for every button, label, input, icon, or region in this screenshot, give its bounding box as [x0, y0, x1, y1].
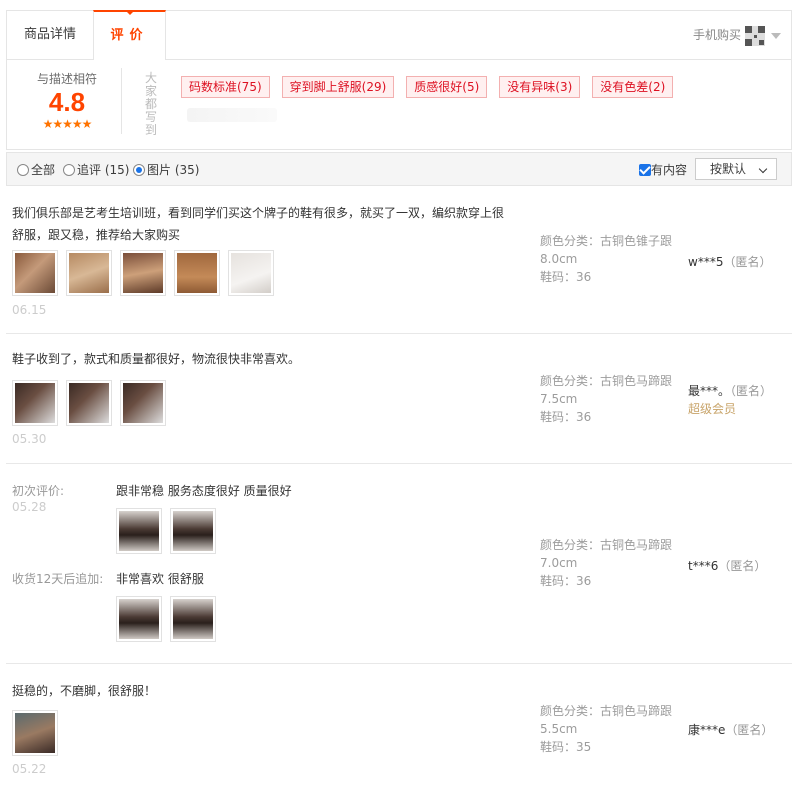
- sort-select[interactable]: 按默认: [695, 158, 777, 180]
- sku-heel: 8.0cm: [540, 252, 578, 266]
- sku-heel: 7.5cm: [540, 392, 578, 406]
- sku-info: 颜色分类：古铜色马蹄跟 5.5cm 鞋码：35: [540, 702, 690, 756]
- review-item: 我们俱乐部是艺考生培训班，看到同学们买这个牌子的鞋有很多，就买了一双，编织款穿上…: [6, 190, 792, 334]
- review-item: 挺稳的，不磨脚，很舒服！ 05.22 颜色分类：古铜色马蹄跟 5.5cm 鞋码：…: [6, 664, 792, 786]
- review-tag[interactable]: 质感很好(5): [406, 76, 488, 98]
- reviewer-name: t***6（匿名）: [688, 557, 766, 574]
- sku-info: 颜色分类：古铜色马蹄跟 7.5cm 鞋码：36: [540, 372, 690, 426]
- appended-review-text: 非常喜欢 很舒服: [116, 572, 204, 586]
- tab-product-details[interactable]: 商品详情: [7, 11, 93, 60]
- rating-summary: 与描述相符 4.8 ★★★★★ 大家都写到 码数标准(75) 穿到脚上舒服(29)…: [6, 60, 792, 150]
- review-photos: [116, 508, 224, 554]
- dropdown-triangle-icon: [771, 32, 781, 39]
- blurred-placeholder: [187, 108, 277, 122]
- photo-thumbnail-icon[interactable]: [66, 250, 112, 296]
- sku-heel: 7.0cm: [540, 556, 578, 570]
- review-text: 我们俱乐部是艺考生培训班，看到同学们买这个牌子的鞋有很多，就买了一双，编织款穿上…: [12, 206, 505, 242]
- review-date: 05.28: [12, 500, 47, 514]
- photo-thumbnail-icon[interactable]: [116, 508, 162, 554]
- tab-reviews[interactable]: 评价: [93, 10, 166, 60]
- review-photos: [12, 710, 66, 756]
- review-tags: 码数标准(75) 穿到脚上舒服(29) 质感很好(5) 没有异味(3) 没有色差(2): [181, 76, 685, 98]
- sku-info: 颜色分类：古铜色锥子跟 8.0cm 鞋码：36: [540, 232, 690, 286]
- sku-color: 颜色分类：古铜色马蹄跟: [540, 704, 673, 718]
- sku-heel: 5.5cm: [540, 722, 578, 736]
- review-date: 06.15: [12, 303, 47, 317]
- sort-label: 按默认: [710, 162, 747, 176]
- photo-thumbnail-icon[interactable]: [170, 596, 216, 642]
- photo-thumbnail-icon[interactable]: [228, 250, 274, 296]
- sku-color: 颜色分类：古铜色锥子跟: [540, 234, 673, 248]
- sku-size: 鞋码：36: [540, 270, 592, 284]
- review-text: 鞋子收到了，款式和质量都很好，物流很快非常喜欢。: [12, 352, 301, 366]
- tab-bar: 商品详情 评价 手机购买: [6, 10, 792, 60]
- photo-thumbnail-icon[interactable]: [120, 250, 166, 296]
- appended-review-photos: [116, 596, 224, 642]
- sku-color: 颜色分类：古铜色马蹄跟: [540, 538, 673, 552]
- filter-bar: 全部 追评 (15) 图片 (35) 有内容 按默认: [6, 152, 792, 186]
- review-tag[interactable]: 没有异味(3): [499, 76, 581, 98]
- reviewer-name: 最***。（匿名）: [688, 382, 772, 399]
- score-box: 与描述相符 4.8 ★★★★★: [17, 70, 117, 131]
- review-item: 鞋子收到了，款式和质量都很好，物流很快非常喜欢。 05.30 颜色分类：古铜色马…: [6, 334, 792, 464]
- review-photos: [12, 380, 174, 426]
- reviewer-nick: t***6: [688, 559, 719, 573]
- initial-review-text: 跟非常稳 服务态度很好 质量很好: [116, 484, 292, 498]
- rating-score: 4.8: [48, 87, 86, 117]
- reviewer-nick: w***5: [688, 255, 724, 269]
- review-text: 挺稳的，不磨脚，很舒服！: [12, 684, 157, 698]
- review-item: 初次评价: 05.28 跟非常稳 服务态度很好 质量很好 收货12天后追加: 非…: [6, 464, 792, 664]
- mobile-buy-label: 手机购买: [692, 28, 741, 42]
- sku-size: 鞋码：35: [540, 740, 592, 754]
- photo-thumbnail-icon[interactable]: [116, 596, 162, 642]
- divider: [121, 68, 122, 134]
- filter-all-label: 全部: [31, 163, 56, 177]
- filter-photo-label: 图片 (35): [147, 163, 200, 177]
- filter-append-label: 追评 (15): [77, 163, 130, 177]
- photo-thumbnail-icon[interactable]: [66, 380, 112, 426]
- filter-photo[interactable]: 图片 (35): [133, 161, 199, 178]
- anonymous-tag: （匿名）: [723, 255, 772, 269]
- super-member-badge: 超级会员: [688, 402, 737, 416]
- radio-selected-icon: [133, 164, 145, 176]
- appended-review-label: 收货12天后追加:: [12, 572, 104, 586]
- has-content-label: 有内容: [651, 163, 688, 177]
- radio-icon: [17, 164, 29, 176]
- photo-thumbnail-icon[interactable]: [12, 250, 58, 296]
- everyone-mentions-label: 大家都写到: [145, 71, 158, 137]
- review-tag[interactable]: 码数标准(75): [181, 76, 270, 98]
- checkbox-checked-icon: [639, 164, 651, 176]
- review-tag[interactable]: 没有色差(2): [592, 76, 674, 98]
- mobile-buy-button[interactable]: 手机购买: [693, 23, 781, 47]
- chevron-down-icon: [758, 164, 768, 174]
- anonymous-tag: （匿名）: [730, 384, 773, 398]
- sku-size: 鞋码：36: [540, 410, 592, 424]
- radio-icon: [63, 164, 75, 176]
- sku-info: 颜色分类：古铜色马蹄跟 7.0cm 鞋码：36: [540, 536, 690, 590]
- reviewer-name: 康***e（匿名）: [688, 721, 773, 738]
- reviewer-name: w***5（匿名）: [688, 253, 771, 270]
- sku-size: 鞋码：36: [540, 574, 592, 588]
- qr-code-icon: [745, 25, 765, 46]
- photo-thumbnail-icon[interactable]: [174, 250, 220, 296]
- photo-thumbnail-icon[interactable]: [12, 380, 58, 426]
- match-description-label: 与描述相符: [36, 72, 97, 86]
- review-photos: [12, 250, 282, 296]
- photo-thumbnail-icon[interactable]: [170, 508, 216, 554]
- reviewer-nick: 最***。: [688, 384, 731, 398]
- filter-append[interactable]: 追评 (15): [63, 161, 129, 178]
- sku-color: 颜色分类：古铜色马蹄跟: [540, 374, 673, 388]
- photo-thumbnail-icon[interactable]: [120, 380, 166, 426]
- review-date: 05.22: [12, 762, 47, 776]
- review-tag[interactable]: 穿到脚上舒服(29): [281, 76, 395, 98]
- photo-thumbnail-icon[interactable]: [12, 710, 58, 756]
- has-content-checkbox[interactable]: 有内容: [639, 161, 687, 178]
- anonymous-tag: （匿名）: [718, 559, 767, 573]
- reviewer-nick: 康***e: [688, 723, 726, 737]
- review-date: 05.30: [12, 432, 47, 446]
- anonymous-tag: （匿名）: [725, 723, 774, 737]
- star-rating-icon: ★★★★★: [42, 117, 93, 131]
- initial-review-label: 初次评价:: [12, 484, 65, 498]
- filter-all[interactable]: 全部: [17, 161, 55, 178]
